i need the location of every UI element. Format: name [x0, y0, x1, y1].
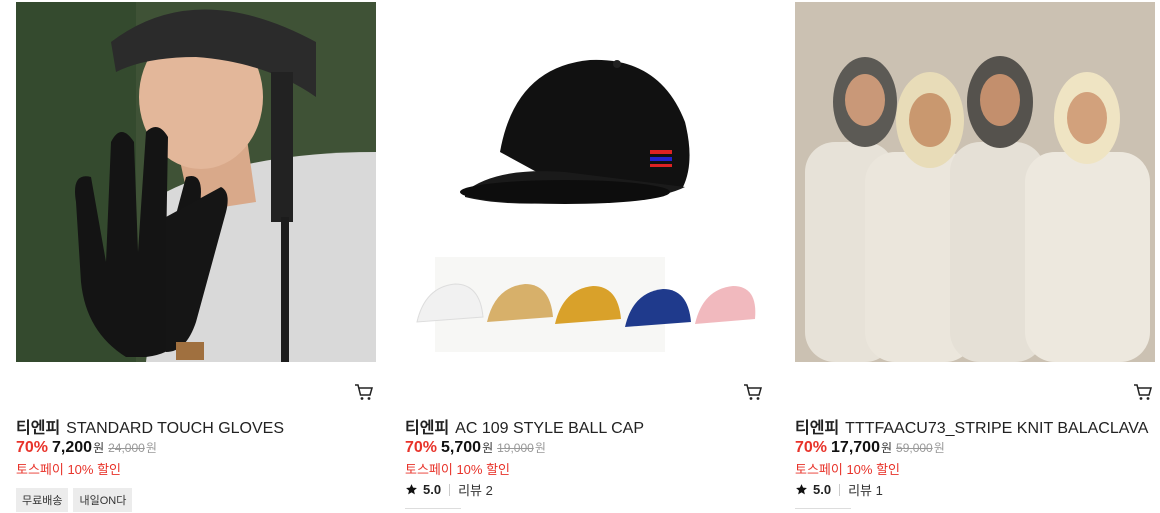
star-icon	[406, 484, 417, 495]
product-name[interactable]: STANDARD TOUCH GLOVES	[66, 420, 284, 437]
divider	[839, 483, 841, 496]
product-title[interactable]: 티엔피 TTTFAACU73_STRIPE KNIT BALACLAVA	[795, 414, 1148, 438]
currency-unit: 원	[880, 441, 893, 455]
cart-icon[interactable]	[743, 382, 763, 402]
sale-price: 7,200	[52, 439, 93, 456]
discount-rate: 70%	[795, 439, 828, 456]
original-currency-unit: 원	[534, 441, 546, 455]
promo-text: 토스페이 10% 할인	[795, 462, 901, 477]
product-name[interactable]: AC 109 STYLE BALL CAP	[455, 420, 644, 437]
review-count[interactable]: 리뷰 2	[458, 480, 493, 499]
product-image[interactable]	[16, 2, 376, 362]
original-price: 19,000	[497, 441, 534, 455]
currency-unit: 원	[482, 441, 494, 455]
product-title[interactable]: 티엔피 AC 109 STYLE BALL CAP	[405, 414, 644, 438]
free-shipping-tag: 무료배송	[16, 488, 69, 512]
product-image[interactable]	[795, 2, 1155, 362]
rating-score: 5.0	[813, 482, 832, 497]
cart-icon[interactable]	[354, 382, 374, 402]
gloves-photo	[16, 2, 376, 362]
price-row: 70% 5,700원 19,000원	[405, 439, 546, 457]
currency-unit: 원	[93, 441, 105, 455]
promo-text: 토스페이 10% 할인	[16, 462, 122, 477]
brand-name[interactable]: 티엔피	[16, 420, 60, 437]
review-count[interactable]: 리뷰 1	[848, 480, 883, 499]
next-day-tag: 내일ON다	[73, 488, 133, 512]
product-name[interactable]: TTTFAACU73_STRIPE KNIT BALACLAVA	[845, 420, 1148, 437]
divider	[405, 508, 461, 513]
price-row: 70% 17,700원 59,000원	[795, 439, 945, 457]
product-title[interactable]: 티엔피 STANDARD TOUCH GLOVES	[16, 414, 284, 438]
original-currency-unit: 원	[145, 441, 157, 455]
rating-row: 5.0 리뷰 2	[405, 480, 493, 499]
rating-score: 5.0	[423, 482, 442, 497]
divider	[795, 508, 851, 513]
product-grid: 티엔피 STANDARD TOUCH GLOVES 70% 7,200원 24,000…	[0, 0, 1160, 512]
sale-price: 5,700	[441, 439, 482, 456]
sale-price: 17,700	[831, 439, 880, 456]
rating-row: 5.0 리뷰 1	[795, 480, 883, 499]
price-row: 70% 7,200원 24,000원	[16, 439, 157, 457]
discount-rate: 70%	[16, 439, 49, 456]
original-currency-unit: 원	[933, 441, 945, 455]
cart-icon[interactable]	[1133, 382, 1153, 402]
balaclava-photo	[795, 2, 1155, 362]
product-image[interactable]	[405, 2, 765, 362]
discount-rate: 70%	[405, 439, 438, 456]
original-price: 59,000	[896, 441, 933, 455]
tag-list: 무료배송 내일ON다	[16, 488, 133, 512]
ball-cap-photo	[405, 2, 765, 362]
promo-text: 토스페이 10% 할인	[405, 462, 511, 477]
divider	[449, 483, 451, 496]
star-icon	[796, 484, 807, 495]
original-price: 24,000	[108, 441, 145, 455]
brand-name[interactable]: 티엔피	[405, 420, 449, 437]
brand-name[interactable]: 티엔피	[795, 420, 839, 437]
